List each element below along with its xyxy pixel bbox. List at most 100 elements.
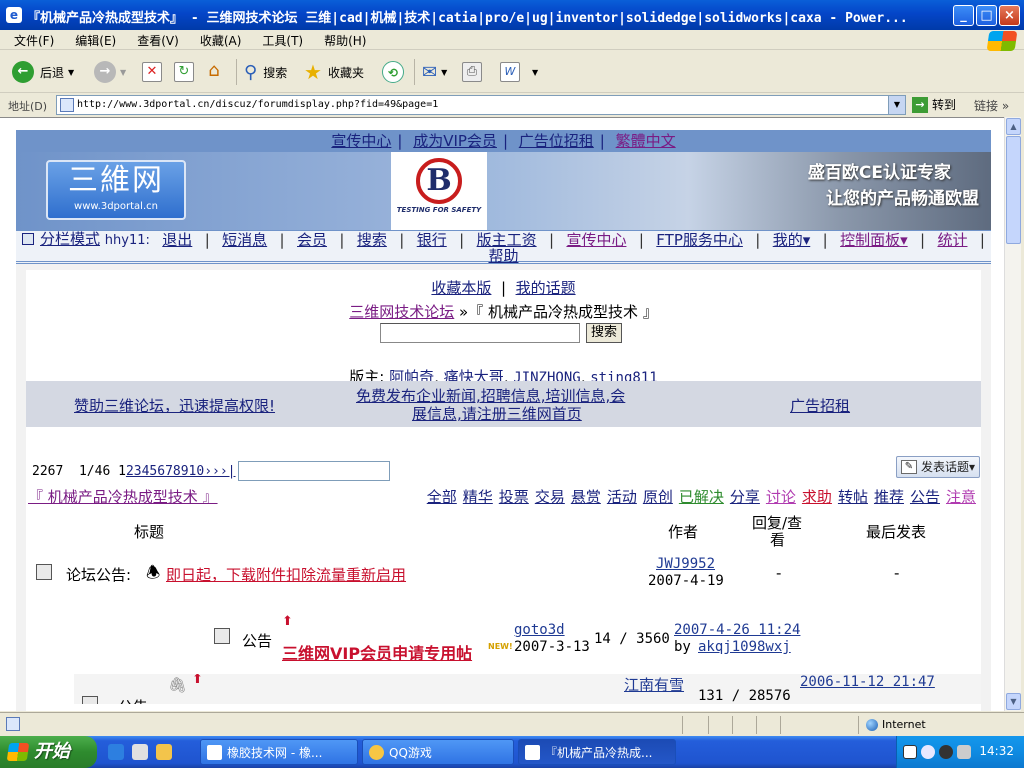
filter-link[interactable]: 精华 [463,488,493,506]
filter-link[interactable]: 原创 [643,488,673,506]
topnav-traditional[interactable]: 繁體中文 [616,132,676,150]
mail-button[interactable]: ✉ ▼ [422,60,447,84]
back-dropdown-icon[interactable]: ▼ [68,68,74,77]
go-button[interactable]: → 转到 [912,96,956,113]
address-url[interactable]: http://www.3dportal.cn/discuz/forumdispl… [77,99,438,110]
tray-arrow-icon[interactable] [921,745,935,759]
vertical-scrollbar[interactable]: ▲ ▼ [1004,117,1021,711]
refresh-button[interactable]: ↻ [174,60,194,84]
forum-name-link[interactable]: 『 机械产品冷热成型技术 』 [28,486,218,507]
promo-news-link-2[interactable]: 展信息,请注册三维网首页 [412,403,582,424]
volume-icon[interactable] [957,745,971,759]
page-jump-input[interactable] [237,461,390,481]
task-rubber-site[interactable]: 橡胶技术网 - 橡... [200,739,358,765]
menu-view[interactable]: 查看(V) [123,30,186,49]
my-topics-link[interactable]: 我的话题 [516,279,576,297]
fav-forum-link[interactable]: 收藏本版 [431,279,491,297]
nav-control-panel[interactable]: 控制面板▾ [840,232,908,248]
nav-messages[interactable]: 短消息 [222,232,267,248]
filter-link[interactable]: 讨论 [766,488,796,506]
filter-link[interactable]: 转帖 [838,488,868,506]
task-current-forum[interactable]: 『机械产品冷热成... [518,739,676,765]
last-post-time-link[interactable]: 2007-4-26 11:24 [674,622,800,638]
print-button[interactable]: ⎙ [462,60,482,84]
filter-link[interactable]: 活动 [607,488,637,506]
last-post-user-link[interactable]: akqj1098wxj [698,639,791,655]
qq-tray-icon[interactable] [939,745,953,759]
ce-ad-banner[interactable]: 盛百欧CE认证专家 让您的产品畅通欧盟 [487,152,991,230]
page-links[interactable]: 2345678910›››| [126,464,236,479]
address-input[interactable]: http://www.3dportal.cn/discuz/forumdispl… [56,95,906,115]
menu-edit[interactable]: 编辑(E) [61,30,123,49]
scroll-thumb[interactable] [1006,136,1021,244]
layout-mode-link[interactable]: 分栏模式 [40,230,100,248]
nav-mod-salary[interactable]: 版主工资 [477,232,537,248]
links-button[interactable]: 链接 » [974,97,1009,114]
filter-link[interactable]: 分享 [730,488,760,506]
nav-members[interactable]: 会员 [297,232,327,248]
search-button[interactable]: ⚲ 搜索 [244,60,287,84]
nav-stats[interactable]: 统计 [937,232,967,248]
site-logo[interactable]: 三維网 www.3dportal.cn [46,160,186,220]
topnav-promo[interactable]: 宣传中心 [331,132,391,150]
nav-my[interactable]: 我的▾ [773,232,811,248]
nav-logout[interactable]: 退出 [162,232,192,248]
topic-author-link[interactable]: goto3d [514,622,565,638]
minimize-button[interactable]: _ [953,5,974,26]
scroll-up-icon[interactable]: ▲ [1006,118,1021,135]
edit-word-button[interactable]: W ▼ [500,60,538,84]
new-topic-button[interactable]: ✎ 发表话题▾ [896,456,980,478]
forum-search-button[interactable]: 搜索 [586,323,623,343]
topic-author-link[interactable]: JWJ9952 [656,556,715,572]
nav-promo-center[interactable]: 宣传中心 [566,232,626,248]
nav-help[interactable]: 帮助 [488,247,518,265]
maximize-button[interactable]: □ [976,5,997,26]
security-zone[interactable]: Internet [866,718,926,731]
filter-link[interactable]: 求助 [802,488,832,506]
forward-button[interactable]: → ▼ [94,60,126,84]
favorites-button[interactable]: ★ 收藏夹 [304,60,364,84]
topnav-vip[interactable]: 成为VIP会员 [413,132,497,150]
topic-author-link[interactable]: 江南有雪 [624,674,684,695]
username[interactable]: hhy11: [105,233,150,248]
topnav-ads[interactable]: 广告位招租 [519,132,594,150]
topic-title-link[interactable]: 三维网VIP会员申请专用帖 [282,640,472,664]
nav-search[interactable]: 搜索 [357,232,387,248]
menu-favorites[interactable]: 收藏(A) [186,30,249,49]
promo-sponsor-link[interactable]: 赞助三维论坛，迅速提高权限! [74,395,275,416]
filter-link[interactable]: 交易 [535,488,565,506]
clock[interactable]: 14:32 [979,744,1014,758]
forward-dropdown-icon[interactable]: ▼ [120,68,126,77]
task-qq-games[interactable]: QQ游戏 [362,739,514,765]
address-dropdown-icon[interactable]: ▼ [888,96,905,114]
filter-link[interactable]: 投票 [499,488,529,506]
start-button[interactable]: 开始 [0,736,97,768]
home-button[interactable]: ⌂ [204,60,224,84]
forum-search-input[interactable] [380,323,580,343]
filter-link[interactable]: 已解决 [679,488,724,506]
history-button[interactable]: ⟲ [382,60,404,84]
edit-dropdown-icon[interactable]: ▼ [532,68,538,77]
nav-ftp[interactable]: FTP服务中心 [656,232,743,248]
folder-quicklaunch-icon[interactable] [156,744,172,760]
promo-ads-link[interactable]: 广告招租 [790,395,850,416]
title-bar[interactable]: e 『机械产品冷热成型技术』 - 三维网技术论坛 三维|cad|机械|技术|ca… [0,0,1024,30]
scroll-down-icon[interactable]: ▼ [1006,693,1021,710]
nav-bank[interactable]: 银行 [417,232,447,248]
topic-title-link[interactable]: 即日起，下载附件扣除流量重新启用 [166,564,406,585]
last-post-time-link[interactable]: 2006-11-12 21:47 [800,674,935,690]
filter-link[interactable]: 公告 [910,488,940,506]
filter-link[interactable]: 悬赏 [571,488,601,506]
media-quicklaunch-icon[interactable] [132,744,148,760]
testing-ad[interactable]: B TESTING FOR SAFETY [391,152,487,230]
menu-help[interactable]: 帮助(H) [310,30,373,49]
breadcrumb-root[interactable]: 三维网技术论坛 [349,303,454,321]
stop-button[interactable]: ✕ [142,60,162,84]
filter-link[interactable]: 注意 [946,488,976,506]
ie-quicklaunch-icon[interactable] [108,744,124,760]
filter-link[interactable]: 全部 [427,488,457,506]
menu-file[interactable]: 文件(F) [0,30,61,49]
mail-dropdown-icon[interactable]: ▼ [441,68,447,77]
close-button[interactable]: × [999,5,1020,26]
filter-link[interactable]: 推荐 [874,488,904,506]
